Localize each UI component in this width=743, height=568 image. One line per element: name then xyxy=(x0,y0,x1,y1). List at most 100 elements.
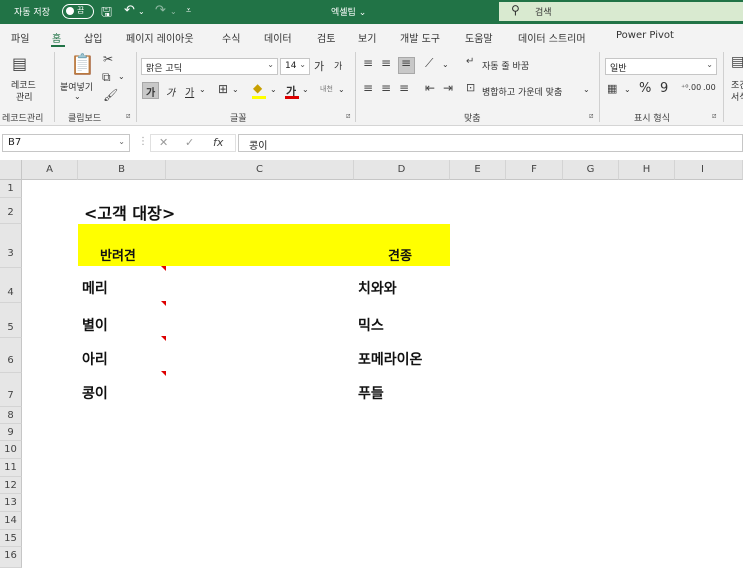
sheet-title[interactable]: <고객 대장> xyxy=(84,200,175,224)
row-header-8[interactable]: 8 xyxy=(0,407,22,424)
row-header-1[interactable]: 1 xyxy=(0,180,22,198)
column-header-a[interactable]: A xyxy=(22,160,78,180)
align-right-icon[interactable]: ≡ xyxy=(399,81,409,95)
pet-name-cell[interactable]: 콩이 xyxy=(82,383,108,403)
number-launcher-icon[interactable]: ⧄ xyxy=(712,112,716,121)
conditional-format-label-2[interactable]: 서식 xyxy=(731,90,743,103)
tab-insert[interactable]: 삽입 xyxy=(84,30,102,45)
conditional-format-icon[interactable]: ▤ xyxy=(731,54,743,70)
select-all-corner[interactable] xyxy=(0,160,22,180)
fill-color-icon[interactable]: ◆ xyxy=(253,81,262,95)
pet-name-cell[interactable]: 아리 xyxy=(82,349,108,369)
tab-review[interactable]: 검토 xyxy=(317,30,335,45)
comma-button[interactable]: 9 xyxy=(660,81,668,96)
row-header-6[interactable]: 6 xyxy=(0,338,22,373)
row-header-14[interactable]: 14 xyxy=(0,512,22,530)
copy-dropdown-icon[interactable]: ⌄ xyxy=(118,72,125,81)
tab-view[interactable]: 보기 xyxy=(358,30,376,45)
underline-dropdown-icon[interactable]: ⌄ xyxy=(199,85,206,94)
column-header-g[interactable]: G xyxy=(563,160,619,180)
header-breed[interactable]: 견종 xyxy=(388,245,412,264)
column-header-d[interactable]: D xyxy=(354,160,450,180)
insert-function-button[interactable]: fx xyxy=(213,136,223,149)
column-header-f[interactable]: F xyxy=(506,160,563,180)
row-header-15[interactable]: 15 xyxy=(0,530,22,547)
formula-bar-grip[interactable]: ⋮ xyxy=(138,136,148,147)
bold-button[interactable]: 가 xyxy=(146,84,155,99)
row-header-16[interactable]: 16 xyxy=(0,547,22,568)
row-header-2[interactable]: 2 xyxy=(0,198,22,224)
wrap-text-icon[interactable]: ↵ xyxy=(466,56,474,67)
row-header-12[interactable]: 12 xyxy=(0,477,22,494)
column-header-c[interactable]: C xyxy=(166,160,354,180)
font-launcher-icon[interactable]: ⧄ xyxy=(346,112,350,121)
align-top-icon[interactable]: ≡ xyxy=(363,56,373,70)
breed-cell[interactable]: 치와와 xyxy=(358,278,397,298)
autosave-toggle[interactable]: 끔 xyxy=(62,4,94,19)
percent-button[interactable]: % xyxy=(639,81,651,96)
merge-center-button[interactable]: 병합하고 가운데 맞춤 xyxy=(482,85,562,98)
tab-developer[interactable]: 개발 도구 xyxy=(400,30,440,45)
format-painter-icon[interactable]: 🖌 xyxy=(103,88,118,102)
cancel-icon[interactable]: ✕ xyxy=(159,136,168,149)
row-header-13[interactable]: 13 xyxy=(0,494,22,512)
align-middle-icon[interactable]: ≡ xyxy=(381,56,391,70)
row-header-5[interactable]: 5 xyxy=(0,303,22,338)
number-format-combo[interactable]: 일반 ⌄ xyxy=(605,58,717,75)
comment-indicator-icon[interactable] xyxy=(161,336,166,341)
phonetic-icon[interactable]: 내천 xyxy=(320,84,333,94)
comment-indicator-icon[interactable] xyxy=(161,371,166,376)
copy-icon[interactable]: ⧉ xyxy=(102,70,111,85)
pet-name-cell[interactable]: 별이 xyxy=(82,315,108,335)
save-icon[interactable]: 🖫 xyxy=(101,3,112,25)
tab-data[interactable]: 데이터 xyxy=(264,30,292,45)
tab-file[interactable]: 파일 xyxy=(11,30,29,45)
orientation-dropdown-icon[interactable]: ⌄ xyxy=(442,60,449,69)
italic-button[interactable]: 가 xyxy=(166,84,175,99)
name-box[interactable]: B7 ⌄ xyxy=(2,134,130,152)
breed-cell[interactable]: 믹스 xyxy=(358,315,384,335)
borders-dropdown-icon[interactable]: ⌄ xyxy=(232,85,239,94)
row-header-11[interactable]: 11 xyxy=(0,459,22,477)
formula-input[interactable]: 콩이 xyxy=(238,134,743,152)
merge-center-icon[interactable]: ⊡ xyxy=(466,81,475,94)
align-left-icon[interactable]: ≡ xyxy=(363,81,373,95)
orientation-icon[interactable]: ⟋ xyxy=(425,56,433,71)
redo-icon[interactable]: ↷ xyxy=(155,3,166,18)
row-header-9[interactable]: 9 xyxy=(0,424,22,441)
font-color-dropdown-icon[interactable]: ⌄ xyxy=(302,85,309,94)
column-header-i[interactable]: I xyxy=(675,160,743,180)
undo-dropdown-icon[interactable]: ⌄ xyxy=(138,7,145,16)
undo-icon[interactable]: ↶ xyxy=(124,3,135,18)
row-header-3[interactable]: 3 xyxy=(0,224,22,268)
decrease-decimal-icon[interactable]: .00 xyxy=(703,83,716,92)
column-header-h[interactable]: H xyxy=(619,160,675,180)
alignment-launcher-icon[interactable]: ⧄ xyxy=(589,112,593,121)
phonetic-dropdown-icon[interactable]: ⌄ xyxy=(338,85,345,94)
row-header-7[interactable]: 7 xyxy=(0,373,22,407)
merge-dropdown-icon[interactable]: ⌄ xyxy=(583,85,590,94)
align-bottom-icon[interactable]: ≡ xyxy=(401,56,411,70)
increase-indent-icon[interactable]: ⇥ xyxy=(443,81,453,95)
header-pet-name[interactable]: 반려견 xyxy=(100,245,136,264)
increase-decimal-icon[interactable]: ⁺⁰.00 xyxy=(681,83,701,92)
tab-home[interactable]: 홈 xyxy=(52,30,61,45)
align-center-icon[interactable]: ≡ xyxy=(381,81,391,95)
comment-indicator-icon[interactable] xyxy=(161,301,166,306)
tab-help[interactable]: 도움말 xyxy=(465,30,493,45)
font-size-combo[interactable]: 14 ⌄ xyxy=(280,58,310,75)
tab-page-layout[interactable]: 페이지 레이아웃 xyxy=(126,30,194,45)
tab-formulas[interactable]: 수식 xyxy=(222,30,240,45)
wrap-text-button[interactable]: 자동 줄 바꿈 xyxy=(482,59,529,72)
accounting-dropdown-icon[interactable]: ⌄ xyxy=(624,85,631,94)
decrease-indent-icon[interactable]: ⇤ xyxy=(425,81,435,95)
comment-indicator-icon[interactable] xyxy=(161,266,166,271)
clipboard-launcher-icon[interactable]: ⧄ xyxy=(126,112,130,121)
shrink-font-button[interactable]: 가 xyxy=(334,59,342,72)
row-header-4[interactable]: 4 xyxy=(0,268,22,303)
accounting-format-icon[interactable]: ▦ xyxy=(607,82,617,95)
enter-icon[interactable]: ✓ xyxy=(185,136,194,149)
column-header-b[interactable]: B xyxy=(78,160,166,180)
breed-cell[interactable]: 포메라이온 xyxy=(358,349,422,369)
document-title[interactable]: 엑셀팁 ⌄ xyxy=(331,5,366,18)
